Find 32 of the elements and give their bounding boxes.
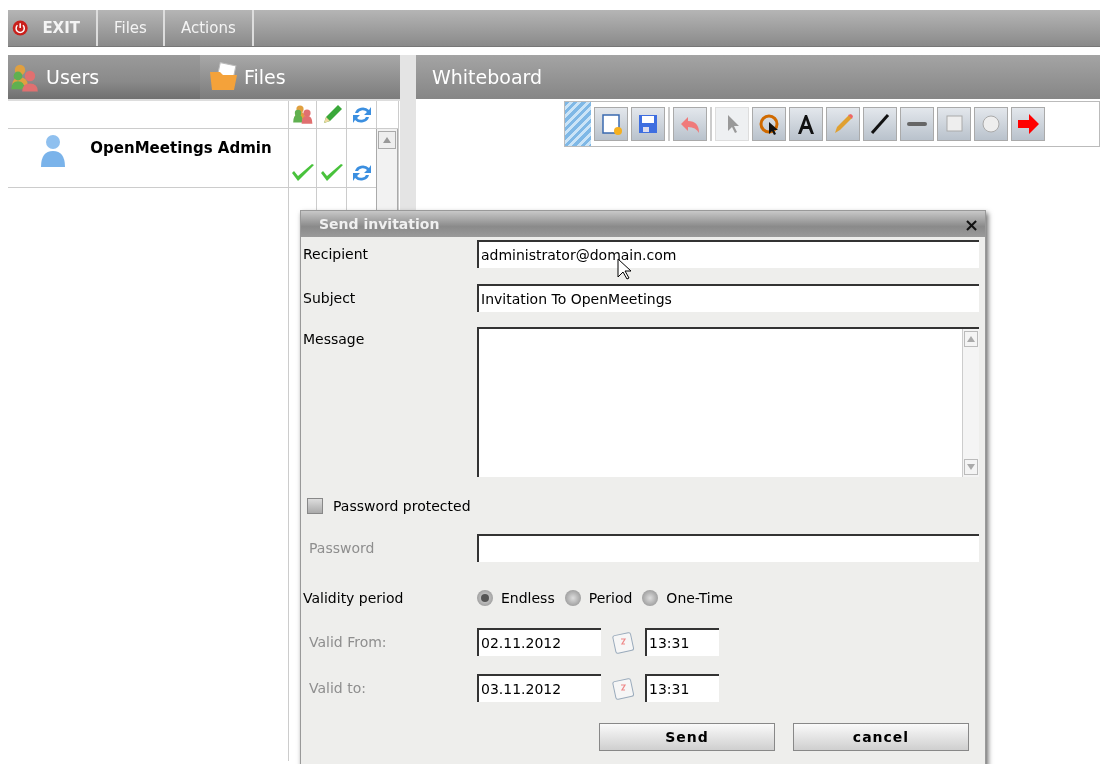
field-label: Valid to: (308, 680, 367, 696)
input-field[interactable]: administrator@domain.com (477, 240, 979, 268)
dialog-button[interactable]: cancel (793, 723, 969, 751)
underline-icon (906, 121, 928, 127)
checkbox[interactable]: Password protected (303, 498, 471, 514)
field-label: Message (303, 331, 366, 347)
arrow-icon (1015, 111, 1041, 137)
scroll-up-icon (967, 336, 975, 342)
scroll-down-icon (967, 464, 975, 470)
scroll-up-icon (383, 137, 391, 143)
user-name: OpenMeetings Admin (90, 139, 272, 157)
field-label: Subject (303, 290, 357, 306)
field-label: Password (308, 540, 376, 556)
close-button[interactable]: × (963, 213, 979, 235)
drag-handle[interactable] (565, 102, 591, 146)
whiteboard-header: Whiteboard (416, 55, 1100, 99)
tool-button[interactable] (789, 107, 823, 141)
field-label: Validity period (303, 590, 405, 606)
input-field[interactable]: Invitation To OpenMeetings (477, 284, 979, 312)
calendar-icon[interactable] (611, 630, 635, 654)
calendar-icon[interactable] (611, 676, 635, 700)
users-icon (290, 102, 315, 127)
radio-button[interactable]: One-Time (642, 590, 733, 606)
field-label: Valid From: (308, 634, 388, 650)
dialog-title: Send invitation (319, 216, 440, 232)
field-label: Recipient (303, 246, 370, 262)
dialog-button[interactable]: Send (599, 723, 775, 751)
radio-button[interactable]: Period (564, 590, 633, 606)
tool-button[interactable] (863, 107, 897, 141)
radio-button[interactable]: Endless (477, 590, 555, 606)
message-box[interactable] (477, 327, 979, 477)
tool-button[interactable] (752, 107, 786, 141)
